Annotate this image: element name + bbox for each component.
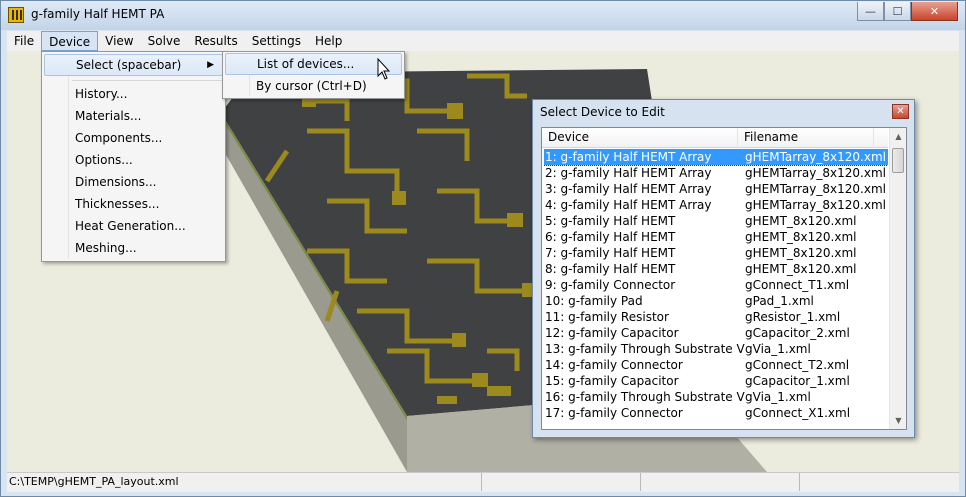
filename-cell: gConnect_T1.xml [745,278,850,292]
menu-item-components[interactable]: Components... [44,127,223,149]
menu-file[interactable]: File [7,31,41,51]
submenu-item-by-cursor[interactable]: By cursor (Ctrl+D) [225,75,402,97]
window-title: g-family Half HEMT PA [31,7,165,21]
title-bar[interactable]: g-family Half HEMT PA — ☐ ✕ [1,1,965,30]
menu-settings[interactable]: Settings [245,31,308,51]
app-icon[interactable] [8,7,24,23]
menu-item-options[interactable]: Options... [44,149,223,171]
table-row[interactable]: 9: g-family Connector gConnect_T1.xml [544,277,888,293]
table-row[interactable]: 16: g-family Through Substrate Via gVia_1… [544,389,888,405]
filename-cell: gVia_1.xml [745,342,811,356]
status-bar: C:\TEMP\gHEMT_PA_layout.xml [7,472,959,492]
menu-bar: File Device View Solve Results Settings … [7,31,959,51]
menu-device[interactable]: Device [41,31,99,51]
table-row[interactable]: 3: g-family Half HEMT Array gHEMTarray_8x… [544,181,888,197]
minimize-button[interactable]: — [857,2,884,21]
filename-cell: gCapacitor_2.xml [745,326,850,340]
column-header-filename[interactable]: Filename [738,128,874,148]
table-row[interactable]: 15: g-family Capacitor gCapacitor_1.xml [544,373,888,389]
menu-item-history[interactable]: History... [44,83,223,105]
menu-item-label: Select (spacebar) [76,58,182,72]
device-menu: Select (spacebar) ▶ History... Materials… [41,51,226,262]
status-pane-2 [482,473,641,491]
submenu-item-list-of-devices[interactable]: List of devices... [225,53,402,75]
filename-cell: gVia_1.xml [745,390,811,404]
vertical-scrollbar[interactable]: ▲ ▼ [889,128,906,429]
menu-item-thicknesses[interactable]: Thicknesses... [44,193,223,215]
scroll-up-icon[interactable]: ▲ [890,128,906,145]
status-file-path: C:\TEMP\gHEMT_PA_layout.xml [7,473,482,491]
close-button[interactable]: ✕ [911,2,958,21]
table-row[interactable]: 17: g-family Connector gConnect_X1.xml [544,405,888,421]
select-device-dialog: Select Device to Edit ✕ Device Filename … [532,99,915,438]
device-name-cell: 9: g-family Connector [545,278,676,292]
menu-item-dimensions[interactable]: Dimensions... [44,171,223,193]
device-name-cell: 5: g-family Half HEMT [545,214,676,228]
filename-cell: gCapacitor_1.xml [745,374,850,388]
menu-help[interactable]: Help [308,31,349,51]
table-row[interactable]: 8: g-family Half HEMT gHEMT_8x120.xml [544,261,888,277]
table-row[interactable]: 13: g-family Through Substrate Via gVia_1… [544,341,888,357]
filename-cell: gResistor_1.xml [745,310,841,324]
mouse-cursor-icon [377,58,391,80]
device-name-cell: 7: g-family Half HEMT [545,246,676,260]
filename-cell: gConnect_X1.xml [745,406,851,420]
device-name-cell: 2: g-family Half HEMT Array [545,166,712,180]
menu-item-select[interactable]: Select (spacebar) ▶ [44,54,223,76]
menu-item-meshing[interactable]: Meshing... [44,237,223,259]
table-row[interactable]: 10: g-family Pad gPad_1.xml [544,293,888,309]
table-row[interactable]: 6: g-family Half HEMT gHEMT_8x120.xml [544,229,888,245]
device-name-cell: 17: g-family Connector [545,406,683,420]
device-name-cell: 3: g-family Half HEMT Array [545,182,712,196]
filename-cell: gHEMT_8x120.xml [745,214,857,228]
table-row[interactable]: 5: g-family Half HEMT gHEMT_8x120.xml [544,213,888,229]
scroll-down-icon[interactable]: ▼ [890,412,906,429]
status-pane-3 [641,473,800,491]
filename-cell: gHEMTarray_8x120.xml [745,198,886,212]
menu-solve[interactable]: Solve [141,31,188,51]
device-name-cell: 10: g-family Pad [545,294,643,308]
menu-item-heat-generation[interactable]: Heat Generation... [44,215,223,237]
device-name-cell: 1: g-family Half HEMT Array [545,150,712,164]
device-name-cell: 14: g-family Connector [545,358,683,372]
dialog-close-button[interactable]: ✕ [892,104,909,119]
device-name-cell: 4: g-family Half HEMT Array [545,198,712,212]
table-row[interactable]: 2: g-family Half HEMT Array gHEMTarray_8x… [544,165,888,181]
list-header: Device Filename [542,128,888,148]
device-name-cell: 16: g-family Through Substrate Via [545,390,745,404]
filename-cell: gHEMT_8x120.xml [745,246,857,260]
table-row[interactable]: 7: g-family Half HEMT gHEMT_8x120.xml [544,245,888,261]
table-row[interactable]: 4: g-family Half HEMT Array gHEMTarray_8x… [544,197,888,213]
device-name-cell: 11: g-family Resistor [545,310,669,324]
filename-cell: gHEMT_8x120.xml [745,262,857,276]
filename-cell: gHEMTarray_8x120.xml [745,166,886,180]
device-list[interactable]: Device Filename 1: g-family Half HEMT Ar… [541,127,907,430]
menu-separator [72,80,223,81]
filename-cell: gPad_1.xml [745,294,814,308]
maximize-button[interactable]: ☐ [884,2,911,21]
device-name-cell: 8: g-family Half HEMT [545,262,676,276]
table-row[interactable]: 1: g-family Half HEMT Array gHEMTarray_8x… [544,149,888,166]
device-name-cell: 12: g-family Capacitor [545,326,679,340]
list-rows: 1: g-family Half HEMT Array gHEMTarray_8x… [544,149,888,429]
device-name-cell: 13: g-family Through Substrate Via [545,342,745,356]
dialog-title: Select Device to Edit [540,105,665,119]
filename-cell: gHEMTarray_8x120.xml [745,182,886,196]
table-row[interactable]: 14: g-family Connector gConnect_T2.xml [544,357,888,373]
column-header-device[interactable]: Device [542,128,738,148]
filename-cell: gConnect_T2.xml [745,358,850,372]
device-name-cell: 6: g-family Half HEMT [545,230,676,244]
table-row[interactable]: 11: g-family Resistor gResistor_1.xml [544,309,888,325]
table-row[interactable]: 12: g-family Capacitor gCapacitor_2.xml [544,325,888,341]
menu-item-materials[interactable]: Materials... [44,105,223,127]
device-name-cell: 15: g-family Capacitor [545,374,679,388]
menu-results[interactable]: Results [187,31,244,51]
filename-cell: gHEMT_8x120.xml [745,230,857,244]
app-window: g-family Half HEMT PA — ☐ ✕ File Device … [0,0,966,497]
menu-view[interactable]: View [98,31,140,51]
filename-cell: gHEMTarray_8x120.xml [745,150,886,164]
status-pane-4 [800,473,959,491]
submenu-arrow-icon: ▶ [207,60,214,70]
scroll-thumb[interactable] [892,148,904,173]
